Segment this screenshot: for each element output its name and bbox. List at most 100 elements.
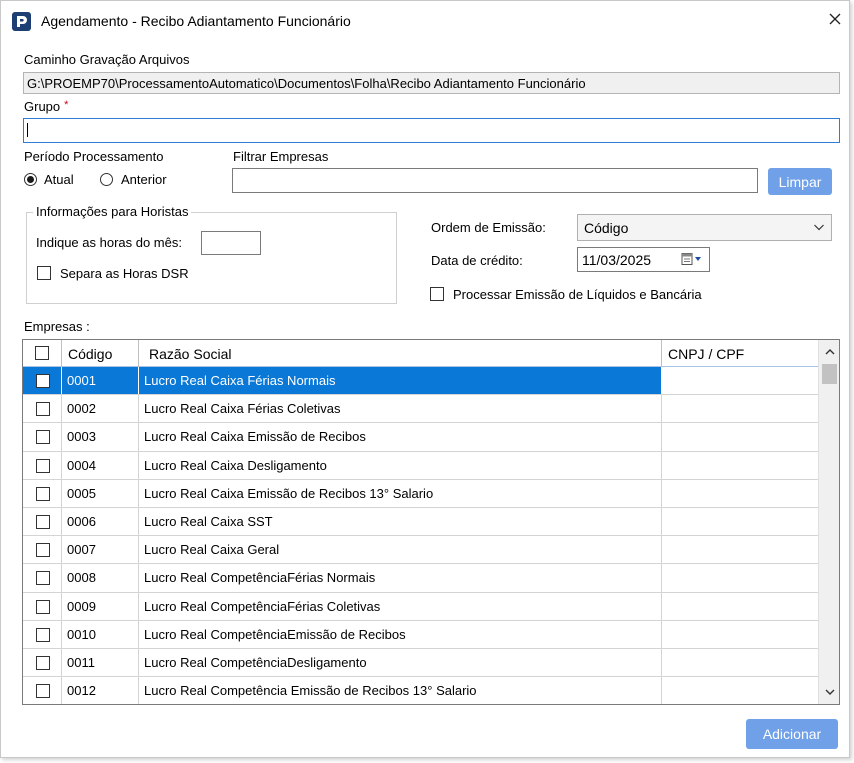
- table-row[interactable]: 0003 Lucro Real Caixa Emissão de Recibos: [23, 423, 818, 452]
- row-checkbox[interactable]: [36, 571, 50, 586]
- row-checkbox-cell[interactable]: [23, 479, 62, 507]
- periodo-label: Período Processamento: [24, 149, 164, 164]
- row-codigo: 0001: [62, 367, 139, 395]
- radio-atual-label[interactable]: Atual: [44, 172, 74, 187]
- row-checkbox-cell[interactable]: [23, 648, 62, 677]
- table-row[interactable]: 0007 Lucro Real Caixa Geral: [23, 536, 818, 565]
- table-row[interactable]: 0008 Lucro Real CompetênciaFérias Normais: [23, 564, 818, 593]
- row-checkbox-cell[interactable]: [23, 451, 62, 479]
- row-cnpj-cpf: [662, 593, 818, 620]
- separa-dsr-checkbox[interactable]: [37, 266, 51, 280]
- row-codigo: 0005: [62, 479, 139, 507]
- horas-mes-input[interactable]: [201, 231, 261, 255]
- row-razao-social: Lucro Real CompetênciaFérias Normais: [139, 564, 662, 592]
- caminho-field: G:\PROEMP70\ProcessamentoAutomatico\Docu…: [23, 72, 840, 94]
- row-razao-social: Lucro Real Caixa Emissão de Recibos 13° …: [139, 479, 662, 507]
- processar-emissao-checkbox[interactable]: [430, 287, 444, 301]
- table-row[interactable]: 0011 Lucro Real CompetênciaDesligamento: [23, 648, 818, 678]
- data-credito-label: Data de crédito:: [431, 253, 523, 268]
- row-cnpj-cpf: [662, 677, 818, 704]
- title-bar: Agendamento - Recibo Adiantamento Funcio…: [1, 1, 849, 41]
- row-checkbox-cell[interactable]: [23, 507, 62, 536]
- separa-dsr-label[interactable]: Separa as Horas DSR: [60, 266, 189, 281]
- row-checkbox[interactable]: [36, 627, 50, 642]
- row-checkbox-cell[interactable]: [23, 367, 62, 395]
- row-cnpj-cpf: [662, 536, 818, 563]
- row-checkbox[interactable]: [36, 458, 50, 473]
- row-checkbox[interactable]: [36, 430, 50, 445]
- processar-emissao-label[interactable]: Processar Emissão de Líquidos e Bancária: [453, 287, 702, 302]
- horistas-groupbox: [26, 212, 397, 304]
- adicionar-button[interactable]: Adicionar: [746, 719, 838, 749]
- row-checkbox[interactable]: [36, 374, 50, 388]
- scroll-thumb[interactable]: [822, 364, 837, 384]
- grupo-input[interactable]: [23, 118, 840, 143]
- row-codigo: 0010: [62, 620, 139, 648]
- app-logo-icon: [12, 12, 31, 31]
- row-razao-social: Lucro Real Caixa Geral: [139, 536, 662, 564]
- row-cnpj-cpf: [662, 621, 818, 648]
- grid-scrollbar[interactable]: [818, 340, 839, 704]
- header-razao-social[interactable]: Razão Social: [139, 340, 662, 367]
- row-codigo: 0004: [62, 451, 139, 479]
- row-cnpj-cpf: [662, 649, 818, 676]
- row-checkbox[interactable]: [36, 543, 50, 558]
- radio-anterior-indicator[interactable]: [100, 173, 113, 186]
- close-icon: [829, 13, 841, 25]
- row-razao-social: Lucro Real Caixa Desligamento: [139, 451, 662, 479]
- row-codigo: 0009: [62, 592, 139, 620]
- row-razao-social: Lucro Real Caixa Emissão de Recibos: [139, 423, 662, 451]
- row-razao-social: Lucro Real Competência Emissão de Recibo…: [139, 677, 662, 704]
- data-credito-input[interactable]: 11/03/2025: [577, 247, 710, 272]
- table-row[interactable]: 0009 Lucro Real CompetênciaFérias Coletiv…: [23, 592, 818, 621]
- header-cnpj-cpf[interactable]: CNPJ / CPF: [662, 340, 818, 367]
- table-row[interactable]: 0005 Lucro Real Caixa Emissão de Recibos …: [23, 479, 818, 508]
- dialog-window: Agendamento - Recibo Adiantamento Funcio…: [0, 0, 850, 758]
- row-checkbox[interactable]: [36, 486, 50, 501]
- row-codigo: 0006: [62, 507, 139, 536]
- table-row[interactable]: 0004 Lucro Real Caixa Desligamento: [23, 451, 818, 480]
- close-button[interactable]: [821, 5, 849, 33]
- header-select-all[interactable]: [23, 340, 62, 367]
- row-checkbox-cell[interactable]: [23, 423, 62, 451]
- table-row[interactable]: 0001 Lucro Real Caixa Férias Normais: [23, 367, 818, 396]
- text-caret: [27, 123, 28, 137]
- row-checkbox-cell[interactable]: [23, 677, 62, 704]
- row-cnpj-cpf: [662, 395, 818, 422]
- row-codigo: 0003: [62, 423, 139, 451]
- row-checkbox[interactable]: [36, 514, 50, 529]
- row-checkbox[interactable]: [36, 684, 50, 699]
- table-row[interactable]: 0002 Lucro Real Caixa Férias Coletivas: [23, 395, 818, 424]
- limpar-button[interactable]: Limpar: [768, 168, 832, 195]
- row-razao-social: Lucro Real CompetênciaFérias Coletivas: [139, 592, 662, 620]
- calendar-icon[interactable]: [681, 252, 703, 266]
- row-checkbox-cell[interactable]: [23, 564, 62, 592]
- chevron-down-icon: [813, 220, 825, 236]
- table-row[interactable]: 0006 Lucro Real Caixa SST: [23, 507, 818, 537]
- caminho-label: Caminho Gravação Arquivos: [24, 52, 190, 67]
- row-checkbox[interactable]: [36, 655, 50, 670]
- select-all-checkbox[interactable]: [35, 346, 49, 360]
- header-codigo[interactable]: Código: [62, 340, 139, 367]
- ordem-emissao-select[interactable]: Código: [577, 214, 832, 241]
- scroll-down-button[interactable]: [819, 682, 839, 702]
- row-cnpj-cpf: [662, 367, 818, 395]
- row-checkbox-cell[interactable]: [23, 592, 62, 620]
- row-codigo: 0011: [62, 648, 139, 677]
- radio-anterior-label[interactable]: Anterior: [121, 172, 167, 187]
- table-row[interactable]: 0010 Lucro Real CompetênciaEmissão de Rec…: [23, 620, 818, 649]
- row-checkbox[interactable]: [36, 402, 50, 417]
- horas-mes-label: Indique as horas do mês:: [36, 235, 182, 250]
- row-checkbox-cell[interactable]: [23, 620, 62, 648]
- radio-atual-indicator[interactable]: [24, 173, 37, 186]
- row-checkbox-cell[interactable]: [23, 536, 62, 564]
- empresas-grid[interactable]: Código Razão Social CNPJ / CPF 0001 Lucro…: [22, 339, 840, 705]
- row-checkbox-cell[interactable]: [23, 395, 62, 423]
- table-row[interactable]: 0012 Lucro Real Competência Emissão de Re…: [23, 677, 818, 704]
- filtrar-empresas-input[interactable]: [232, 168, 758, 193]
- scroll-up-button[interactable]: [819, 342, 839, 362]
- ordem-emissao-label: Ordem de Emissão:: [431, 220, 546, 235]
- horistas-groupbox-title: Informações para Horistas: [33, 204, 192, 219]
- row-checkbox[interactable]: [36, 599, 50, 614]
- row-razao-social: Lucro Real CompetênciaDesligamento: [139, 648, 662, 677]
